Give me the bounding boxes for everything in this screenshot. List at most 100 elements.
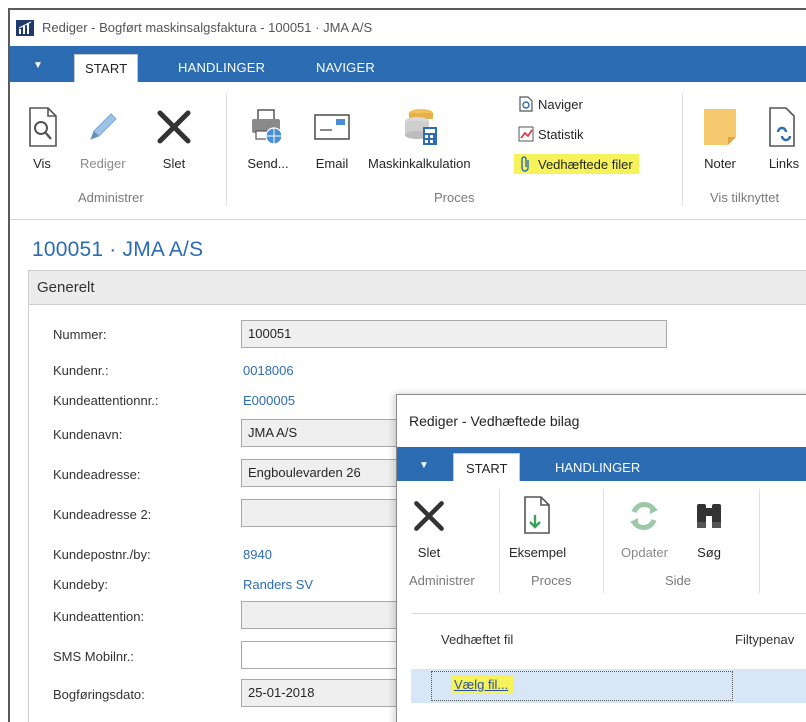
dialog-tab-start[interactable]: START	[453, 453, 521, 481]
links-label: Links	[768, 156, 800, 171]
dialog-slet-label: Slet	[417, 545, 441, 560]
kundeadresse-label: Kundeadresse:	[53, 467, 141, 482]
sticky-note-icon	[704, 109, 736, 145]
slet-label: Slet	[162, 156, 186, 171]
sog-button[interactable]: Søg	[687, 493, 731, 560]
table-row[interactable]: Vælg fil...	[411, 669, 806, 703]
link-document-icon	[769, 107, 795, 147]
vedhaeftede-filer-button[interactable]: Vedhæftede filer	[514, 154, 639, 174]
kundeattention-field[interactable]	[241, 601, 411, 629]
noter-label: Noter	[704, 156, 736, 171]
nummer-label: Nummer:	[53, 327, 107, 342]
title-bar: Rediger - Bogført maskinsalgsfaktura - 1…	[10, 10, 806, 46]
naviger-label: Naviger	[538, 96, 583, 112]
opdater-button[interactable]: Opdater	[621, 493, 668, 560]
sms-field[interactable]	[241, 641, 411, 669]
vaelg-fil-link[interactable]: Vælg fil...	[452, 675, 515, 694]
nummer-field[interactable]: 100051	[241, 320, 667, 348]
bogforingsdato-label: Bogføringsdato:	[53, 687, 145, 702]
email-button[interactable]: Email	[310, 104, 354, 171]
application-menu-button[interactable]: ▼	[18, 50, 58, 80]
kundeby-link[interactable]: Randers SV	[243, 577, 313, 592]
rediger-label: Rediger	[80, 156, 126, 171]
dialog-tab-row: ▼ START HANDLINGER	[397, 447, 806, 481]
send-label: Send...	[247, 156, 289, 171]
links-button[interactable]: Links	[762, 104, 806, 171]
refresh-icon	[630, 502, 659, 530]
tab-handlinger[interactable]: HANDLINGER	[168, 54, 275, 82]
ribbon-tab-row: ▼ START HANDLINGER NAVIGER	[10, 46, 806, 82]
dialog-ribbon: Slet Eksempel Opdater Søg Administrer Pr…	[397, 481, 806, 605]
delete-x-icon	[157, 110, 191, 144]
sog-label: Søg	[697, 545, 721, 560]
vis-label: Vis	[33, 156, 51, 171]
maskinkalkulation-label: Maskinkalkulation	[368, 156, 471, 171]
tab-naviger[interactable]: NAVIGER	[306, 54, 385, 82]
dialog-group-side: Side	[665, 573, 692, 588]
window-title: Rediger - Bogført maskinsalgsfaktura - 1…	[42, 20, 373, 35]
dialog-slet-button[interactable]: Slet	[407, 493, 451, 560]
eksempel-button[interactable]: Eksempel	[509, 493, 566, 560]
rediger-button[interactable]: Rediger	[80, 104, 126, 171]
main-window: Rediger - Bogført maskinsalgsfaktura - 1…	[8, 8, 806, 722]
statistics-chart-icon	[518, 126, 534, 142]
kundeadresse2-label: Kundeadresse 2:	[53, 507, 152, 522]
kundeattention-label: Kundeattention:	[53, 609, 145, 624]
navigate-icon	[519, 96, 533, 112]
group-divider	[226, 94, 227, 206]
kundepostnr-link[interactable]: 8940	[243, 547, 272, 562]
kundeadresse-field[interactable]: Engboulevarden 26	[241, 459, 411, 487]
tab-start[interactable]: START	[74, 54, 139, 82]
attachments-grid-header: Vedhæftet fil Filtypenav	[411, 613, 806, 669]
triangle-down-icon: ▼	[33, 59, 43, 71]
column-filtypenavn[interactable]: Filtypenav	[735, 632, 794, 647]
vis-button[interactable]: Vis	[20, 104, 64, 171]
ribbon: Vis Rediger Slet Send... Email Maskinkal…	[10, 82, 806, 220]
send-button[interactable]: Send...	[246, 104, 290, 171]
statistik-label: Statistik	[538, 126, 584, 142]
dialog-tab-handlinger[interactable]: HANDLINGER	[543, 453, 652, 481]
email-label: Email	[315, 156, 349, 171]
naviger-button[interactable]: Naviger	[518, 96, 583, 112]
kundenr-link[interactable]: 0018006	[243, 363, 294, 378]
fasttab-header[interactable]: Generelt	[29, 271, 806, 305]
kundenr-label: Kundenr.:	[53, 363, 109, 378]
dialog-group-proces: Proces	[531, 573, 572, 588]
group-divider	[759, 489, 760, 593]
dialog-title: Rediger - Vedhæftede bilag	[409, 413, 580, 429]
pencil-icon	[89, 113, 117, 140]
kundepostnr-label: Kundepostnr./by:	[53, 547, 151, 562]
kundenavn-field[interactable]: JMA A/S	[241, 419, 411, 447]
paperclip-icon	[521, 156, 529, 172]
envelope-icon	[314, 114, 350, 140]
eksempel-label: Eksempel	[509, 545, 567, 560]
kundeadresse2-field[interactable]	[241, 499, 411, 527]
statistik-button[interactable]: Statistik	[518, 126, 584, 142]
vedhaeftet-fil-cell[interactable]: Vælg fil...	[431, 671, 733, 701]
dialog-menu-button[interactable]: ▼	[405, 451, 443, 479]
attachments-dialog: Rediger - Vedhæftede bilag ▼ START HANDL…	[396, 394, 806, 722]
kundeattentionnr-label: Kundeattentionnr.:	[53, 393, 159, 408]
group-divider	[499, 489, 500, 593]
kundenavn-label: Kundenavn:	[53, 427, 123, 442]
dialog-group-administrer: Administrer	[409, 573, 475, 588]
group-divider	[603, 489, 604, 593]
document-preview-icon	[523, 496, 550, 534]
slet-button[interactable]: Slet	[152, 104, 196, 171]
delete-x-icon	[414, 501, 444, 531]
group-label-proces: Proces	[434, 190, 475, 205]
sms-label: SMS Mobilnr.:	[53, 649, 134, 664]
vedhaeftede-filer-label: Vedhæftede filer	[538, 156, 633, 172]
bogforingsdato-field[interactable]: 25-01-2018	[241, 679, 411, 707]
printer-globe-icon	[252, 109, 283, 145]
column-vedhaeftet-fil[interactable]: Vedhæftet fil	[441, 632, 513, 647]
group-label-administrer: Administrer	[78, 190, 144, 205]
binoculars-icon	[697, 504, 721, 528]
kundeattentionnr-link[interactable]: E000005	[243, 393, 295, 408]
coins-calculator-icon	[405, 109, 438, 145]
dynamics-nav-icon	[16, 20, 34, 36]
maskinkalkulation-button[interactable]: Maskinkalkulation	[368, 104, 471, 171]
group-label-vis-tilknyttet: Vis tilknyttet	[710, 190, 780, 205]
group-divider	[682, 94, 683, 206]
noter-button[interactable]: Noter	[698, 104, 742, 171]
